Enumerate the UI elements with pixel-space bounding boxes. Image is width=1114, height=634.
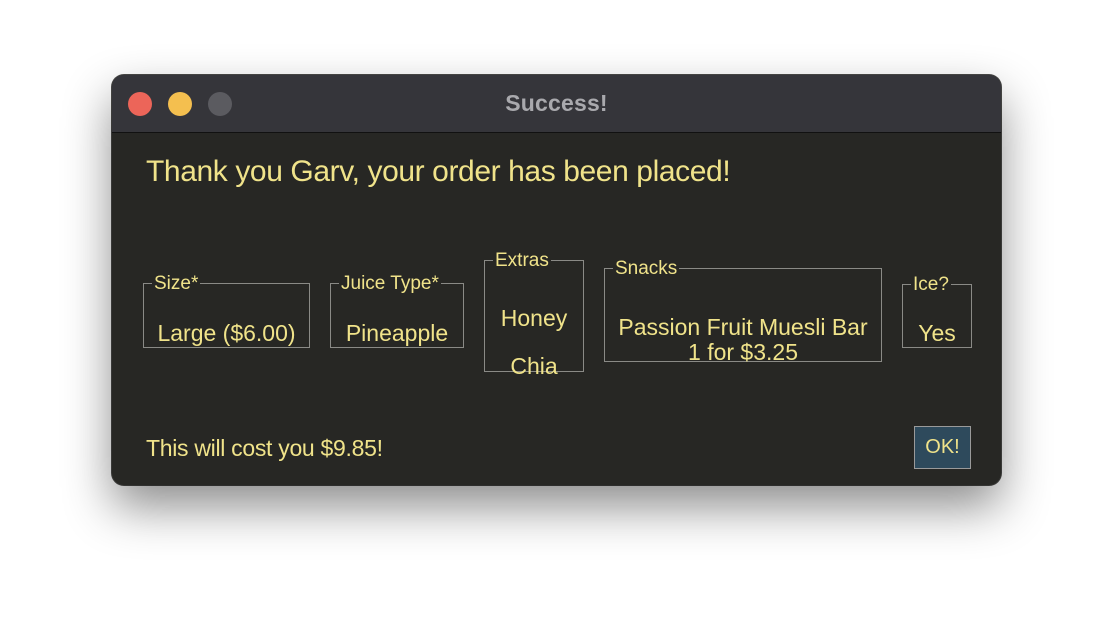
- snacks-label: Snacks: [615, 258, 678, 279]
- size-label: Size*: [154, 273, 199, 294]
- snack-name: Passion Fruit Muesli Bar: [618, 314, 868, 340]
- ok-button[interactable]: OK!: [914, 426, 971, 469]
- total-cost-text: This will cost you $9.85!: [146, 435, 383, 461]
- ice-label: Ice?: [913, 274, 949, 295]
- ice-group: Ice? Yes: [902, 275, 972, 348]
- title-bar: Success!: [112, 75, 1001, 133]
- juice-type-label: Juice Type*: [341, 273, 439, 294]
- extras-item-chia: Chia: [510, 353, 558, 379]
- window-title: Success!: [505, 90, 608, 116]
- ice-value: Yes: [918, 320, 956, 346]
- snack-quantity-price: 1 for $3.25: [688, 339, 798, 365]
- close-icon[interactable]: [128, 92, 152, 116]
- juice-type-value: Pineapple: [345, 320, 449, 346]
- confirmation-message: Thank you Garv, your order has been plac…: [146, 155, 731, 188]
- extras-group: Extras Honey Chia: [484, 250, 584, 379]
- maximize-icon[interactable]: [208, 92, 232, 116]
- minimize-icon[interactable]: [168, 92, 192, 116]
- extras-label: Extras: [495, 250, 549, 271]
- size-value: Large ($6.00): [157, 320, 296, 346]
- extras-item-honey: Honey: [500, 305, 568, 331]
- juice-type-group: Juice Type* Pineapple: [330, 274, 464, 348]
- success-dialog: Success! Thank you Garv, your order has …: [112, 75, 1001, 485]
- snacks-group: Snacks Passion Fruit Muesli Bar 1 for $3…: [604, 258, 882, 365]
- size-group: Size* Large ($6.00): [143, 274, 310, 348]
